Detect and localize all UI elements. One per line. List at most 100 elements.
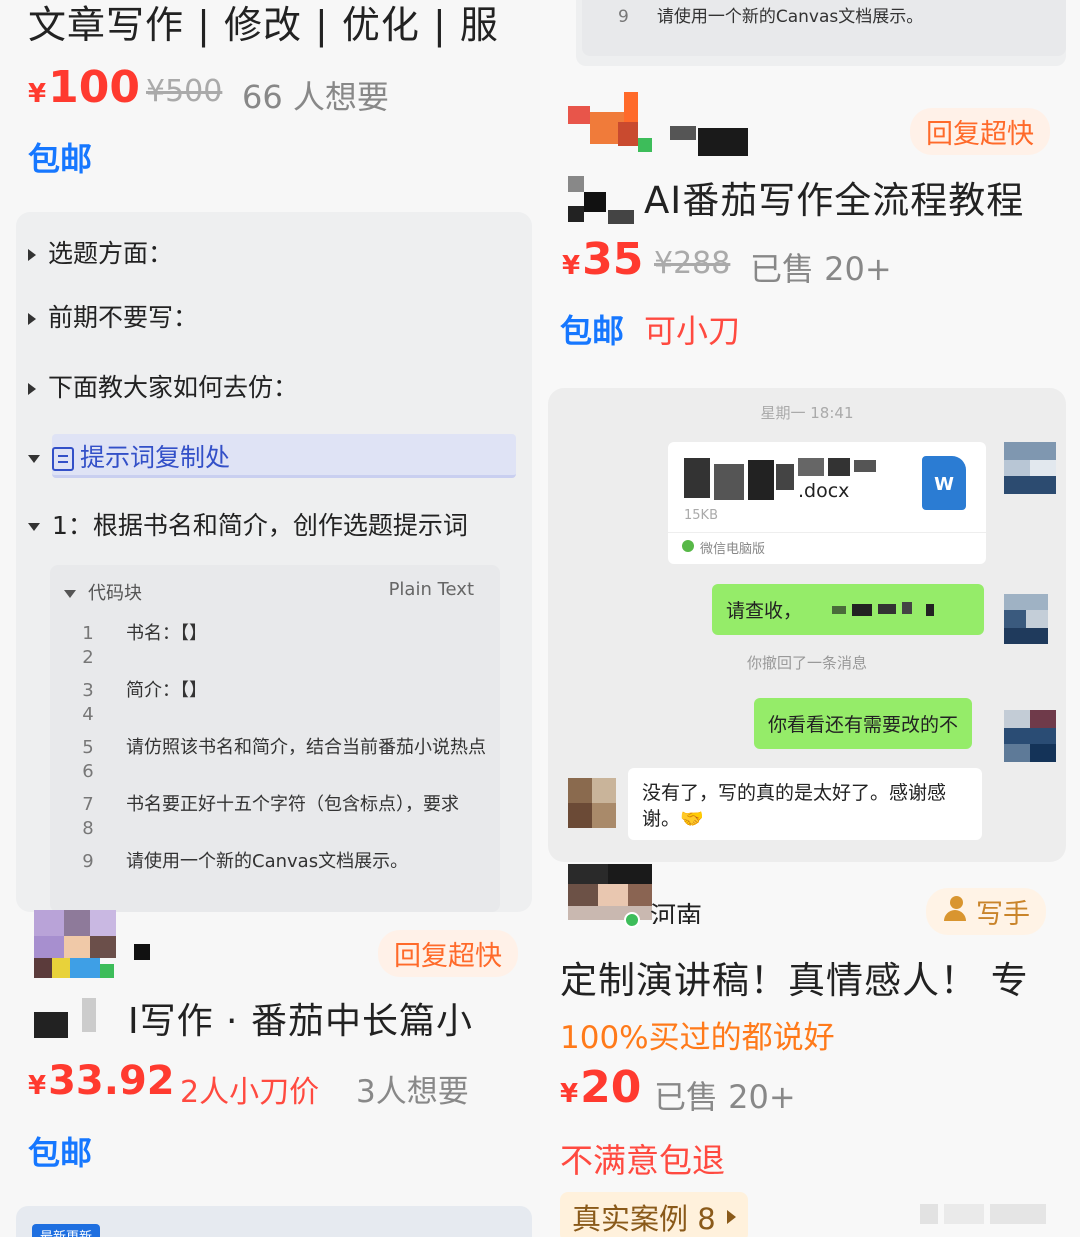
line-text: 书名：【】 xyxy=(126,623,207,644)
code-line: 4 xyxy=(50,704,500,725)
code-line: 8 xyxy=(50,818,500,839)
chat-screenshot: 星期一 18:41 .docx 15KB W 微信电脑版 请查收， 你撤回了一条… xyxy=(548,388,1066,862)
seller-name-blurred xyxy=(134,944,150,960)
cases-label: 真实案例 8 xyxy=(572,1202,716,1236)
doc-item-early[interactable]: 前期不要写： xyxy=(28,298,198,334)
collapse-arrow-icon xyxy=(28,523,40,531)
code-block-label: 代码块 xyxy=(88,583,142,604)
line-text: 书名要正好十五个字符（包含标点），要求 xyxy=(126,794,459,815)
original-price: ¥500 xyxy=(146,74,223,109)
currency-symbol: ¥ xyxy=(28,79,47,109)
code-block-fragment: 9 请使用一个新的Canvas文档展示。 xyxy=(576,0,1066,66)
expand-arrow-icon xyxy=(28,383,36,395)
doc-item-label: 前期不要写： xyxy=(48,303,199,332)
doc-item-imitate[interactable]: 下面教大家如何去仿： xyxy=(28,368,298,404)
document-preview[interactable]: 选题方面： 前期不要写： 下面教大家如何去仿： 提示词复制处 1：根据书名和简介… xyxy=(16,212,532,912)
line-number: 9 xyxy=(82,851,94,872)
price-value: 20 xyxy=(580,1062,642,1113)
left-product-column: 文章写作 | 修改 | 优化 | 服 ¥100 ¥500 66 人想要 包邮 选… xyxy=(0,0,540,1237)
code-line: 5 请仿照该书名和简介，结合当前番茄小说热点 xyxy=(50,733,500,759)
price-value: 100 xyxy=(48,62,140,113)
writer-person-icon xyxy=(944,896,970,922)
document-icon xyxy=(52,447,74,471)
message-text: 你看看还有需要改的不 xyxy=(768,714,959,736)
doc-item-topic[interactable]: 选题方面： xyxy=(28,234,173,270)
line-number: 7 xyxy=(82,794,94,815)
doc-item-label: 选题方面： xyxy=(48,239,174,268)
word-file-icon: W xyxy=(922,456,966,510)
product-price: ¥20 xyxy=(560,1062,641,1113)
recall-notice: 你撤回了一条消息 xyxy=(746,654,867,672)
free-shipping-tag: 包邮 xyxy=(28,140,93,178)
word-icon-letter: W xyxy=(934,474,954,495)
product-price: ¥35 xyxy=(562,234,643,285)
price-value: 35 xyxy=(582,234,644,285)
my-avatar[interactable] xyxy=(1004,594,1048,644)
currency-symbol: ¥ xyxy=(562,251,581,281)
doc-item-label: 提示词复制处 xyxy=(80,443,231,472)
doc-item-prompt-copy[interactable]: 提示词复制处 xyxy=(28,438,230,474)
product-price: ¥33.92 xyxy=(28,1058,175,1104)
right-product-column: 9 请使用一个新的Canvas文档展示。 回复超快 AI番茄写作全流程教程 ¥35… xyxy=(540,0,1080,1237)
product-thumb-blurred xyxy=(34,998,96,1038)
watermark-blurred xyxy=(920,1198,1050,1228)
line-number: 6 xyxy=(82,761,94,782)
review-highlight: 100%买过的都说好 xyxy=(560,1020,835,1056)
code-line: 7 书名要正好十五个字符（包含标点），要求 xyxy=(50,790,500,816)
badge-label: 写手 xyxy=(976,899,1030,930)
message-text: 请查收， xyxy=(726,600,803,622)
currency-symbol: ¥ xyxy=(28,1071,47,1101)
chat-timestamp: 星期一 18:41 xyxy=(760,404,854,422)
product-title[interactable]: 定制演讲稿！真情感人！ 专 xyxy=(560,950,1029,1004)
code-line: 1 书名：【】 xyxy=(50,619,500,645)
buyer-avatar[interactable] xyxy=(568,778,616,828)
collapse-arrow-icon xyxy=(64,590,76,598)
code-block-header[interactable]: 代码块 xyxy=(64,579,142,605)
price-value: 33.92 xyxy=(48,1058,175,1104)
my-avatar[interactable] xyxy=(1004,442,1056,494)
sold-count: 已售 20+ xyxy=(654,1078,796,1116)
bargain-tag: 可小刀 xyxy=(644,312,741,350)
product-title[interactable]: 文章写作 | 修改 | 优化 | 服 xyxy=(28,0,499,49)
code-line: 3 简介：【】 xyxy=(50,676,500,702)
received-message[interactable]: 没有了，写的真的是太好了。感谢感谢。🤝 xyxy=(628,768,982,840)
expand-arrow-icon xyxy=(28,249,36,261)
code-language[interactable]: Plain Text xyxy=(389,579,474,600)
file-message[interactable]: .docx 15KB W 微信电脑版 xyxy=(668,442,986,564)
file-source: 微信电脑版 xyxy=(700,542,766,557)
code-line: 9 请使用一个新的Canvas文档展示。 xyxy=(618,2,923,27)
bargain-price-label: 2人小刀价 xyxy=(180,1075,320,1110)
doc-item-section1[interactable]: 1：根据书名和简介，创作选题提示词 xyxy=(28,506,468,542)
product-title[interactable]: AI番茄写作全流程教程 xyxy=(644,170,1024,224)
product-price: ¥100 xyxy=(28,62,140,113)
next-product-card[interactable]: 最新更新 xyxy=(16,1206,532,1237)
free-shipping-tag: 包邮 xyxy=(28,1134,93,1172)
currency-symbol: ¥ xyxy=(560,1079,579,1109)
file-size: 15KB xyxy=(684,508,718,523)
real-cases-button[interactable]: 真实案例 8 xyxy=(560,1192,748,1237)
free-shipping-tag: 包邮 xyxy=(560,312,625,350)
product-title[interactable]: I写作 · 番茄中长篇小 xyxy=(128,992,473,1044)
wants-count: 3人想要 xyxy=(356,1074,469,1110)
sent-message[interactable]: 你看看还有需要改的不 xyxy=(754,698,973,749)
line-text: 简介：【】 xyxy=(126,680,207,701)
sent-message[interactable]: 请查收， xyxy=(712,584,984,635)
line-text: 请仿照该书名和简介，结合当前番茄小说热点 xyxy=(126,737,486,758)
file-name: .docx xyxy=(798,480,850,502)
doc-item-label: 下面教大家如何去仿： xyxy=(48,373,299,402)
wants-count: 66 人想要 xyxy=(242,78,389,116)
seller-avatar[interactable] xyxy=(34,910,116,978)
writer-badge: 写手 xyxy=(926,888,1046,935)
doc-item-label: 1：根据书名和简介，创作选题提示词 xyxy=(52,511,468,540)
code-block: 代码块 Plain Text 1 书名：【】 3 简介：【】 2 4 5 请仿照该书名… xyxy=(50,565,500,912)
collapse-arrow-icon xyxy=(28,455,40,463)
wechat-pc-icon xyxy=(682,540,694,552)
code-line: 6 xyxy=(50,761,500,782)
code-line: 9 请使用一个新的Canvas文档展示。 xyxy=(50,847,500,873)
arrow-right-icon xyxy=(726,1210,736,1224)
line-number: 9 xyxy=(618,7,629,27)
line-number: 5 xyxy=(82,737,94,758)
code-line: 2 xyxy=(50,647,500,668)
my-avatar[interactable] xyxy=(1004,710,1056,762)
line-number: 2 xyxy=(82,647,94,668)
